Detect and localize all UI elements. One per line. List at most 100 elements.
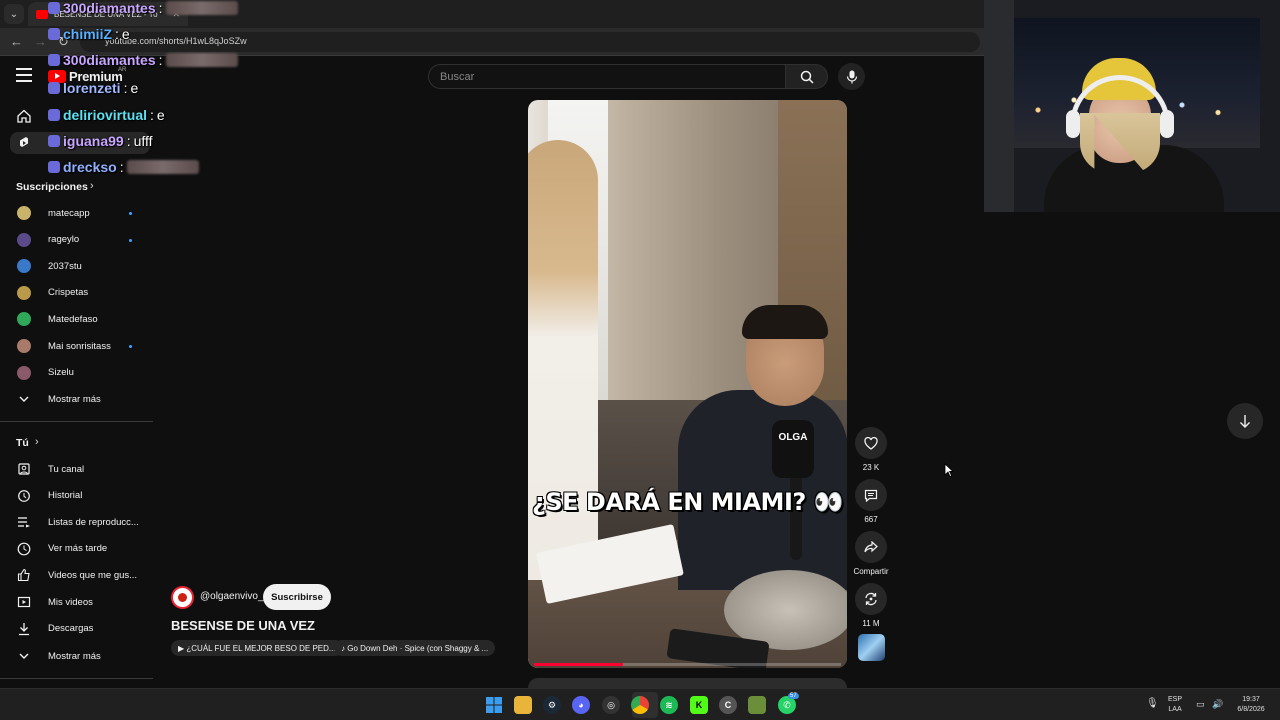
chat-badge-icon [48,109,60,121]
mouse-cursor-icon [944,463,954,477]
omnibox[interactable]: youtube.com/shorts/H1wL8qJoSZw [80,32,980,52]
youtube-favicon-icon [36,9,48,19]
sidebar-item-playlist[interactable]: Listas de reproducc... [0,510,153,534]
next-short-button[interactable] [1227,403,1263,439]
show-more-subscriptions[interactable]: Mostrar más [0,387,153,411]
kick-icon[interactable]: K [690,696,708,714]
share-action[interactable]: Compartir [849,531,893,576]
chat-username: deliriovirtual [63,107,148,123]
chat-separator: : [158,52,163,68]
shorts-icon[interactable] [17,136,31,150]
avatar [17,339,31,353]
sidebar-item-my-videos[interactable]: Mis videos [0,590,153,614]
channel-handle[interactable]: @olgaenvivo_ [200,591,264,602]
chat-badge-icon [48,82,60,94]
new-content-dot [129,212,132,215]
like-action[interactable]: 23 K [855,427,887,472]
chevron-right-icon: › [90,180,94,192]
voice-search-button[interactable] [838,63,865,90]
search-button[interactable] [786,64,828,89]
sidebar-item-label: Historial [48,490,83,502]
network-icon[interactable]: ▭ [1196,699,1205,709]
home-icon[interactable] [17,109,31,123]
subscription-item[interactable]: rageylo [0,228,153,252]
hamburger-menu-icon[interactable] [16,68,32,82]
subscription-item[interactable]: matecapp [0,201,153,225]
subscription-item[interactable]: Sizelu [0,361,153,385]
clock[interactable]: 19:37 6/8/2026 [1232,695,1270,715]
chat-username: lorenzeti [63,80,121,96]
share-button[interactable] [855,531,887,563]
chat-separator: : [123,80,128,96]
video-microphone: OLGA [772,420,814,478]
thumbs-up-icon [17,569,30,582]
new-content-dot [129,238,132,242]
subscription-item[interactable]: Crispetas [0,281,153,305]
remix-count: 11 M [862,619,880,628]
chrome-icon[interactable] [631,696,649,714]
sidebar-item-clock[interactable]: Ver más tarde [0,537,153,561]
sound-thumbnail[interactable] [858,634,885,661]
shorts-video-player[interactable]: OLGA ¿SE DARÁ EN MIAMI? 👀 [528,100,847,668]
chat-badge-icon [48,2,60,14]
channel-avatar[interactable] [171,586,194,609]
minecraft-icon[interactable] [748,696,766,714]
date-label: 6/8/2026 [1237,706,1265,713]
video-person-hair [742,305,828,339]
related-video-chip[interactable]: ▶ ¿CUÁL FUE EL MEJOR BESO DE PED... [171,640,343,656]
sound-chip[interactable]: ♪ Go Down Deh · Spice (con Shaggy & ... [334,640,496,656]
tab-search-button[interactable]: ⌄ [4,4,24,24]
subscription-item[interactable]: Matedefaso [0,307,153,331]
share-label: Compartir [853,567,889,576]
chat-separator: : [115,26,119,42]
comment-action[interactable]: 667 [855,479,887,524]
avatar [17,365,31,380]
volume-icon[interactable]: 🔊 [1212,699,1223,709]
avatar [17,285,31,300]
sidebar-item-history[interactable]: Historial [0,484,153,508]
like-button[interactable] [855,427,887,459]
steam-icon[interactable]: ⚙ [543,696,561,714]
comment-button[interactable] [855,479,887,511]
chat-username: drecksо [63,159,117,175]
show-more-label: Mostrar más [48,393,101,405]
sidebar-item-download[interactable]: Descargas [0,617,153,641]
streamer-webcam [984,0,1280,212]
you-title: Tú [16,437,29,449]
clock-icon [17,542,31,556]
share-icon [864,541,878,553]
video-progress-bar[interactable] [534,663,841,666]
subscribe-button[interactable]: Suscribirse [263,584,331,610]
comment-count: 667 [864,515,878,524]
keyboard-language[interactable]: ESP LAA [1168,695,1182,715]
discord-icon[interactable]: ◕ [572,696,590,714]
time-label: 19:37 [1242,696,1260,703]
whatsapp-badge: 57 [788,693,799,699]
file-explorer-icon[interactable] [514,696,532,714]
back-icon[interactable]: ← [10,34,23,49]
spotify-icon[interactable]: ≋ [660,696,678,714]
headphone-ear [1066,110,1080,138]
sidebar-item-label: Descargas [48,623,94,635]
remix-button[interactable] [855,583,887,615]
app-icon[interactable]: C [719,696,737,714]
search-input[interactable]: Buscar [428,64,786,89]
windows-taskbar: ⚙ ◕ ◎ ≋ K C ✆ 57 🎙 ESP LAA ▭ 🔊 19:37 6/8… [0,688,1280,720]
tray-mic-icon[interactable]: 🎙 [1146,699,1159,709]
sidebar-item-label: Tu canal [48,463,85,475]
sidebar-item-label: Videos que me gus... [48,569,138,581]
chat-message: chimiiZ: e [48,26,130,42]
remix-action[interactable]: 11 M [855,583,887,628]
windows-start-icon[interactable] [485,696,503,714]
language-label: ESP [1168,696,1183,703]
avatar [17,206,31,220]
sidebar-item-thumbs-up[interactable]: Videos que me gus... [0,563,153,587]
obs-icon[interactable]: ◎ [602,696,620,714]
chat-username: 300diamantes [63,52,156,68]
subscription-item[interactable]: Mai sonrisitass [0,334,153,358]
show-more-you[interactable]: Mostrar más [0,644,153,668]
sidebar-item-person[interactable]: Tu canal [0,457,153,481]
subscription-item[interactable]: 2037stu [0,254,153,278]
forward-icon[interactable]: → [34,34,47,49]
chat-separator: : [126,133,131,149]
